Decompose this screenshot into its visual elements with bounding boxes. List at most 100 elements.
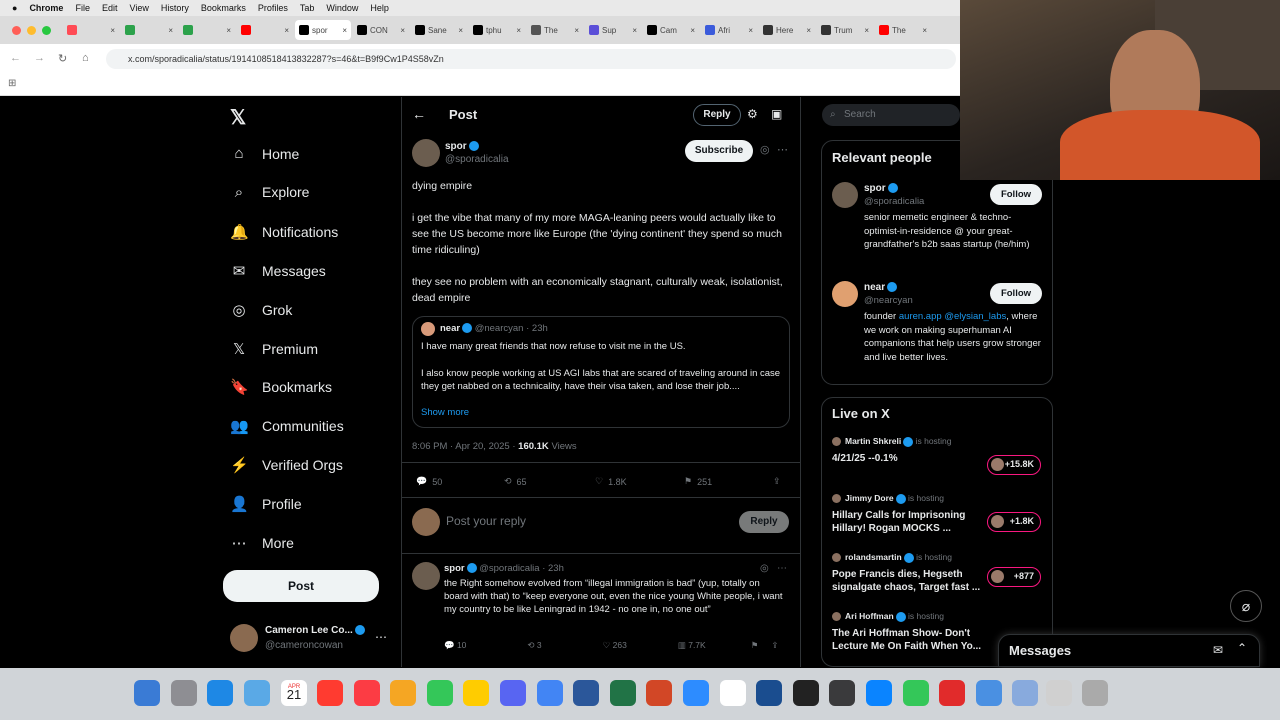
browser-tab[interactable]: × [179, 20, 235, 40]
account-name[interactable]: Cameron Lee Co... [265, 625, 365, 636]
messages-dock-icon[interactable] [426, 680, 453, 706]
tab-close-icon[interactable]: × [226, 26, 231, 35]
post-author-avatar[interactable] [412, 139, 440, 167]
reload-icon[interactable]: ↻ [58, 52, 67, 65]
discord-dock-icon[interactable] [500, 680, 526, 706]
listener-count-badge[interactable]: +877 [987, 567, 1041, 587]
live-dock-icon[interactable] [756, 680, 783, 706]
live-item[interactable]: Jimmy Dore is hosting Hillary Calls for I… [832, 492, 1044, 544]
tab-close-icon[interactable]: × [110, 26, 115, 35]
menu-edit[interactable]: Edit [102, 3, 118, 13]
tab-close-icon[interactable]: × [922, 26, 927, 35]
menu-tab[interactable]: Tab [300, 3, 315, 13]
grok-icon[interactable]: ◎ [760, 143, 770, 156]
post-timestamp[interactable]: 8:06 PM · Apr 20, 2025 · [412, 441, 516, 452]
photos-dock-icon[interactable] [390, 680, 417, 706]
subscribe-button[interactable]: Subscribe [685, 140, 753, 162]
browser-tab[interactable]: The × [875, 20, 931, 40]
info-dock-icon[interactable] [975, 680, 1002, 706]
expand-icon[interactable]: ⌃ [1237, 641, 1247, 655]
nav-item-messages[interactable]: ✉ Messages [230, 262, 326, 280]
browser-tab[interactable]: Cam × [643, 20, 699, 40]
filter-icon[interactable]: ⚙ [747, 107, 758, 121]
nav-item-grok[interactable]: ◎ Grok [230, 301, 292, 319]
reply-like-stat[interactable]: ♡ 263 [603, 640, 627, 651]
x-logo-icon[interactable]: 𝕏 [230, 105, 246, 130]
reply-submit-button[interactable]: Reply [739, 511, 789, 533]
search-input[interactable]: ⌕ Search [822, 104, 960, 126]
menu-profiles[interactable]: Profiles [258, 3, 288, 13]
tab-close-icon[interactable]: × [806, 26, 811, 35]
reply-author-name[interactable]: spor [444, 563, 465, 574]
listener-count-badge[interactable]: +15.8K [987, 455, 1041, 475]
bio-link[interactable]: auren.app [899, 311, 942, 322]
reply-views-stat[interactable]: ▥ 7.7K [678, 640, 706, 651]
home-browser-icon[interactable]: ⌂ [82, 52, 89, 64]
tab-close-icon[interactable]: × [400, 26, 405, 35]
header-reply-button[interactable]: Reply [693, 104, 741, 126]
close-window-icon[interactable] [12, 25, 21, 35]
reply-stat[interactable]: 💬 50 [416, 476, 442, 487]
reply-grok-icon[interactable]: ◎ [760, 563, 769, 574]
news-dock-icon[interactable] [317, 680, 343, 706]
menu-file[interactable]: File [75, 3, 90, 13]
reply-bookmark-icon[interactable]: ⚑ [751, 640, 759, 651]
browser-tab[interactable]: Here × [759, 20, 815, 40]
forward-arrow-icon[interactable]: → [34, 52, 45, 64]
live-item[interactable]: Martin Shkreli is hosting 4/21/25 --0.1% +… [832, 435, 1044, 487]
facetime-dock-icon[interactable] [902, 680, 929, 706]
repost-stat[interactable]: ⟲ 65 [504, 476, 527, 487]
live-item[interactable]: rolandsmartin is hosting Pope Francis die… [832, 551, 1044, 603]
follow-button[interactable]: Follow [990, 283, 1042, 304]
maximize-window-icon[interactable] [42, 25, 51, 35]
person-name[interactable]: spor [864, 183, 898, 194]
excel-dock-icon[interactable] [609, 680, 636, 706]
show-more-link[interactable]: Show more [421, 407, 469, 418]
new-message-icon[interactable]: ✉ [1213, 643, 1223, 657]
reply-author-avatar[interactable] [412, 562, 440, 590]
notes-dock-icon[interactable] [829, 680, 856, 706]
menu-bookmarks[interactable]: Bookmarks [201, 3, 246, 13]
browser-tab[interactable]: × [63, 20, 119, 40]
browser-tab[interactable]: CON × [353, 20, 409, 40]
nav-item-home[interactable]: ⌂ Home [230, 145, 299, 162]
nav-item-verified-orgs[interactable]: ⚡ Verified Orgs [230, 456, 343, 474]
browser-tab[interactable]: × [121, 20, 177, 40]
nav-item-communities[interactable]: 👥 Communities [230, 417, 344, 435]
browser-tab[interactable]: Afri × [701, 20, 757, 40]
browser-tab[interactable]: × [237, 20, 293, 40]
reply-reply-stat[interactable]: 💬 10 [444, 640, 466, 651]
browser-tab[interactable]: The × [527, 20, 583, 40]
chrome-dock-icon[interactable] [536, 680, 563, 706]
word-dock-icon[interactable] [573, 680, 600, 706]
nav-item-more[interactable]: ⋯ More [230, 534, 294, 552]
back-arrow-x-icon[interactable]: ← [412, 106, 426, 122]
safari-dock-icon[interactable] [207, 680, 234, 706]
reply-share-icon[interactable]: ⇪ [771, 640, 778, 651]
more-options-icon[interactable]: ⋯ [777, 143, 788, 156]
tab-close-icon[interactable]: × [748, 26, 753, 35]
share-icon[interactable]: ⇪ [773, 476, 781, 487]
tab-close-icon[interactable]: × [516, 26, 521, 35]
settings-dock-icon[interactable] [170, 680, 197, 706]
account-more-icon[interactable]: ⋯ [375, 630, 387, 644]
tab-close-icon[interactable]: × [632, 26, 637, 35]
reader-icon[interactable]: ▣ [771, 107, 782, 121]
butterfly-dock-icon[interactable] [463, 680, 490, 706]
address-bar[interactable]: x.com/sporadicalia/status/19141085184138… [106, 49, 956, 69]
tab-close-icon[interactable]: × [864, 26, 869, 35]
zoom-dock-icon[interactable] [683, 680, 709, 706]
menu-history[interactable]: History [161, 3, 189, 13]
folder-dock-icon[interactable] [1012, 680, 1039, 706]
post-author-name[interactable]: spor [445, 141, 479, 152]
account-avatar[interactable] [230, 624, 258, 652]
apple-icon[interactable]: ● [12, 3, 17, 13]
follow-button[interactable]: Follow [990, 184, 1042, 205]
lx-dock-icon[interactable] [719, 680, 746, 706]
back-arrow-icon[interactable]: ← [10, 52, 21, 64]
mail-dock-icon[interactable] [243, 680, 270, 706]
like-stat[interactable]: ♡ 1.8K [595, 476, 627, 487]
menu-view[interactable]: View [129, 3, 148, 13]
person-avatar[interactable] [832, 281, 858, 307]
tab-close-icon[interactable]: × [168, 26, 173, 35]
